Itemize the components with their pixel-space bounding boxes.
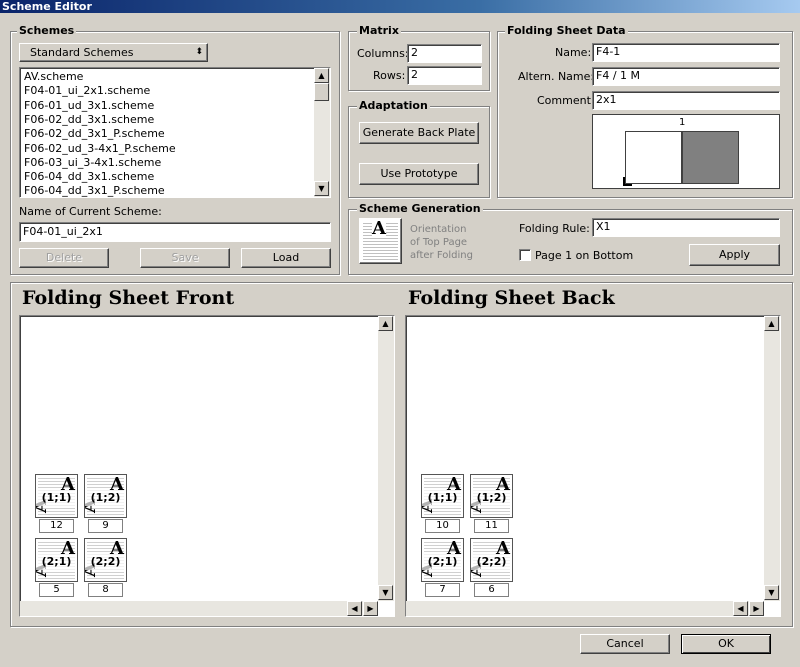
- page-number-field[interactable]: 5: [39, 583, 74, 597]
- updown-arrows-icon: ⬍: [195, 47, 203, 57]
- scheme-list-item[interactable]: F06-02_dd_3x1_P.scheme: [24, 127, 165, 141]
- columns-field[interactable]: 2: [407, 44, 482, 63]
- orientation-text-2: of Top Page: [410, 237, 468, 248]
- page-number-field[interactable]: 7: [425, 583, 460, 597]
- page-label: (1;2): [471, 490, 512, 506]
- scheme-list-item[interactable]: F06-01_ud_3x1.scheme: [24, 99, 154, 113]
- page-thumbnail[interactable]: AA(2;2): [470, 538, 513, 582]
- orientation-letter: A: [372, 218, 386, 239]
- schemes-list-scrollbar[interactable]: ▲ ▼: [314, 68, 330, 197]
- sheet-preview-left-page: [625, 131, 682, 184]
- page-thumbnail[interactable]: AA(2;1): [35, 538, 78, 582]
- sheet-preview: 1: [592, 114, 780, 189]
- page-number-field[interactable]: 9: [88, 519, 123, 533]
- front-heading: Folding Sheet Front: [22, 287, 235, 309]
- comment-field[interactable]: 2x1: [592, 91, 780, 110]
- front-canvas[interactable]: ▲ ▼ ◀ ▶ AA(1;1)12 AA(1;2)9 AA(2;1)5 AA(2;2)…: [19, 315, 395, 617]
- page-label: (1;1): [422, 490, 463, 506]
- cancel-button[interactable]: Cancel: [580, 634, 670, 654]
- back-vscrollbar[interactable]: ▲ ▼: [764, 316, 780, 601]
- back-hscrollbar[interactable]: ◀ ▶: [406, 601, 764, 616]
- page-label: (2;2): [471, 554, 512, 570]
- current-scheme-field[interactable]: F04-01_ui_2x1: [19, 222, 331, 242]
- sheet-preview-number: 1: [679, 117, 686, 128]
- orientation-icon[interactable]: A: [359, 218, 402, 264]
- corner-mark-icon: [623, 177, 632, 186]
- scroll-left-icon[interactable]: ◀: [347, 601, 362, 616]
- page-label: (1;1): [36, 490, 77, 506]
- page-thumbnail[interactable]: AA(2;1): [421, 538, 464, 582]
- page-number-field[interactable]: 11: [474, 519, 509, 533]
- adaptation-group-title: Adaptation: [357, 99, 430, 112]
- back-heading: Folding Sheet Back: [408, 287, 615, 309]
- orientation-text-3: after Folding: [410, 250, 473, 261]
- page-label: (2;1): [422, 554, 463, 570]
- save-button[interactable]: Save: [140, 248, 230, 268]
- back-canvas[interactable]: ▲ ▼ ◀ ▶ AA(1;1)10 AA(1;2)11 AA(2;1)7 AA(2;2…: [405, 315, 781, 617]
- rows-field[interactable]: 2: [407, 66, 482, 85]
- generate-back-plate-button[interactable]: Generate Back Plate: [359, 122, 479, 144]
- load-button[interactable]: Load: [241, 248, 331, 268]
- scroll-right-icon[interactable]: ▶: [363, 601, 378, 616]
- apply-button[interactable]: Apply: [689, 244, 780, 266]
- columns-label: Columns:: [357, 47, 409, 60]
- scroll-left-icon[interactable]: ◀: [733, 601, 748, 616]
- page-number-field[interactable]: 8: [88, 583, 123, 597]
- scroll-down-icon[interactable]: ▼: [764, 585, 779, 600]
- scheme-list-item[interactable]: F06-03_ui_3-4x1.scheme: [24, 156, 161, 170]
- scheme-list-item[interactable]: F06-02_ud_3-4x1_P.scheme: [24, 142, 176, 156]
- folding-sheet-data-title: Folding Sheet Data: [505, 24, 628, 37]
- page-label: (2;1): [36, 554, 77, 570]
- scroll-up-icon[interactable]: ▲: [764, 316, 779, 331]
- schemes-list-scroll-thumb[interactable]: [314, 83, 329, 101]
- scroll-up-icon[interactable]: ▲: [314, 68, 329, 83]
- ok-button[interactable]: OK: [681, 634, 771, 654]
- page-label: (2;2): [85, 554, 126, 570]
- scheme-generation-title: Scheme Generation: [357, 202, 483, 215]
- rows-label: Rows:: [373, 69, 406, 82]
- sheet-preview-right-page: [682, 131, 739, 184]
- scroll-up-icon[interactable]: ▲: [378, 316, 393, 331]
- page1-bottom-checkbox[interactable]: [519, 249, 531, 261]
- page-number-field[interactable]: 6: [474, 583, 509, 597]
- page-number-field[interactable]: 10: [425, 519, 460, 533]
- schemes-group-title: Schemes: [17, 24, 77, 37]
- front-hscrollbar[interactable]: ◀ ▶: [20, 601, 378, 616]
- page-number-field[interactable]: 12: [39, 519, 74, 533]
- matrix-group-title: Matrix: [357, 24, 401, 37]
- schemes-dropdown[interactable]: Standard Schemes ⬍: [19, 43, 208, 62]
- name-label: Name:: [555, 46, 592, 59]
- page-label: (1;2): [85, 490, 126, 506]
- scroll-right-icon[interactable]: ▶: [749, 601, 764, 616]
- scheme-list-item[interactable]: F06-04_dd_3x1_P.scheme: [24, 184, 165, 197]
- altern-name-field[interactable]: F4 / 1 M: [592, 67, 780, 86]
- altern-name-label: Altern. Name:: [518, 70, 595, 83]
- delete-button[interactable]: Delete: [19, 248, 109, 268]
- title-bar: Scheme Editor: [0, 0, 800, 13]
- folding-rule-field[interactable]: X1: [592, 218, 780, 237]
- scheme-list-item[interactable]: AV.scheme: [24, 70, 83, 84]
- page-thumbnail[interactable]: AA(1;2): [84, 474, 127, 518]
- page-thumbnail[interactable]: AA(1;1): [35, 474, 78, 518]
- window-title: Scheme Editor: [2, 0, 92, 13]
- name-field[interactable]: F4-1: [592, 43, 780, 62]
- page-thumbnail[interactable]: AA(1;2): [470, 474, 513, 518]
- orientation-text-1: Orientation: [410, 224, 467, 235]
- page-thumbnail[interactable]: AA(2;2): [84, 538, 127, 582]
- front-vscrollbar[interactable]: ▲ ▼: [378, 316, 394, 601]
- use-prototype-button[interactable]: Use Prototype: [359, 163, 479, 185]
- folding-rule-label: Folding Rule:: [519, 222, 590, 235]
- scheme-list-item[interactable]: F06-02_dd_3x1.scheme: [24, 113, 154, 127]
- scroll-down-icon[interactable]: ▼: [314, 181, 329, 196]
- schemes-dropdown-value: Standard Schemes: [30, 46, 134, 59]
- page-thumbnail[interactable]: AA(1;1): [421, 474, 464, 518]
- scheme-list-item[interactable]: F04-01_ui_2x1.scheme: [24, 84, 150, 98]
- page1-bottom-label[interactable]: Page 1 on Bottom: [535, 249, 633, 262]
- schemes-list[interactable]: AV.scheme F04-01_ui_2x1.scheme F06-01_ud_3…: [19, 67, 331, 198]
- scheme-list-item[interactable]: F06-04_dd_3x1.scheme: [24, 170, 154, 184]
- current-scheme-label: Name of Current Scheme:: [19, 205, 162, 218]
- scroll-down-icon[interactable]: ▼: [378, 585, 393, 600]
- comment-label: Comment:: [537, 94, 595, 107]
